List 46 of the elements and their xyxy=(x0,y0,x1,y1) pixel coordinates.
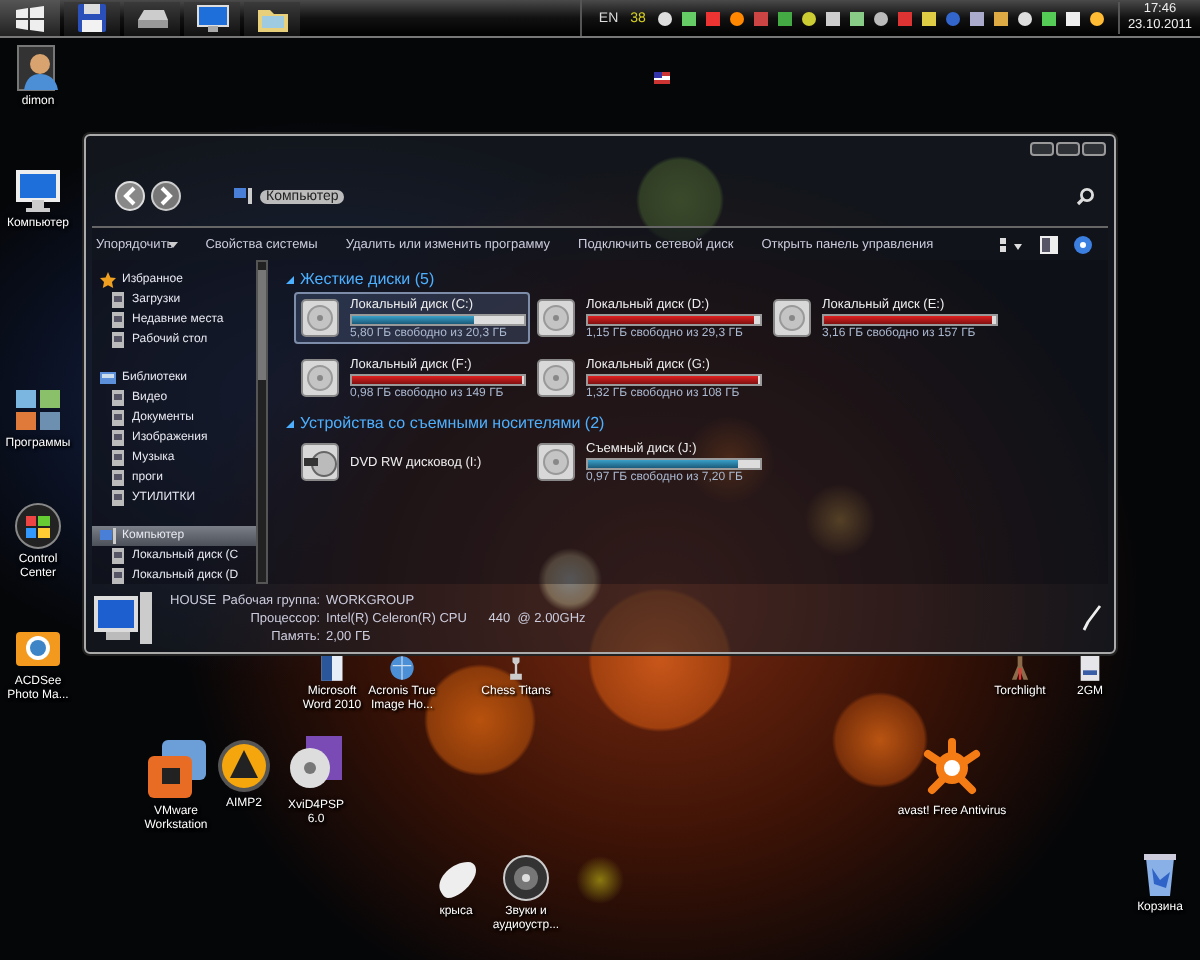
scrollbar-thumb[interactable] xyxy=(258,270,266,380)
floppy-button[interactable] xyxy=(64,1,120,35)
document-icon[interactable] xyxy=(318,654,346,682)
globe-icon[interactable] xyxy=(388,654,416,682)
hard-drive-icon xyxy=(536,442,576,482)
speaker-icon[interactable] xyxy=(502,854,550,902)
photo-grid-icon[interactable] xyxy=(14,386,62,434)
computer-icon xyxy=(94,590,154,646)
floppy-icon xyxy=(73,0,111,36)
figure-icon[interactable] xyxy=(1006,654,1034,682)
pin-icon xyxy=(1082,604,1102,632)
flag-icon xyxy=(654,72,670,84)
optical-drive-icon xyxy=(300,442,340,482)
search-icon xyxy=(1076,187,1094,205)
hard-drive-icon xyxy=(536,298,576,338)
folder-button[interactable] xyxy=(244,1,300,35)
star-icon xyxy=(100,272,116,288)
start-button[interactable] xyxy=(0,0,60,36)
help-icon[interactable] xyxy=(1074,235,1092,253)
maximize-button[interactable] xyxy=(1056,142,1080,156)
group-header[interactable]: Устройства со съемными носителями (2) xyxy=(286,412,1108,434)
monitor-icon[interactable] xyxy=(14,166,62,214)
user-icon[interactable] xyxy=(14,44,62,92)
minimize-button[interactable] xyxy=(1030,142,1054,156)
drive-button[interactable] xyxy=(124,1,180,35)
squares-icon[interactable] xyxy=(144,738,208,802)
hard-drive-icon xyxy=(300,358,340,398)
windows-orb-icon[interactable] xyxy=(14,502,62,550)
group-header[interactable]: Жесткие диски (5) xyxy=(286,268,1108,290)
computer-icon xyxy=(234,188,252,204)
monitor-icon xyxy=(193,0,231,36)
scrollbar[interactable] xyxy=(256,260,268,584)
monitor-button[interactable] xyxy=(184,1,240,35)
preview-pane-icon[interactable] xyxy=(1040,235,1058,253)
view-options-icon[interactable] xyxy=(1000,235,1024,253)
close-button[interactable] xyxy=(1082,142,1106,156)
hard-drive-icon xyxy=(772,298,812,338)
triangle-logo-icon[interactable] xyxy=(216,738,272,794)
windows-logo-icon xyxy=(14,4,46,32)
document-icon[interactable] xyxy=(1076,654,1104,682)
hard-drive-icon xyxy=(536,358,576,398)
collapse-arrow-icon xyxy=(286,419,294,427)
computer-icon xyxy=(100,528,116,544)
library-icon xyxy=(100,370,116,386)
hard-drive-icon xyxy=(300,298,340,338)
collapse-arrow-icon xyxy=(286,275,294,283)
